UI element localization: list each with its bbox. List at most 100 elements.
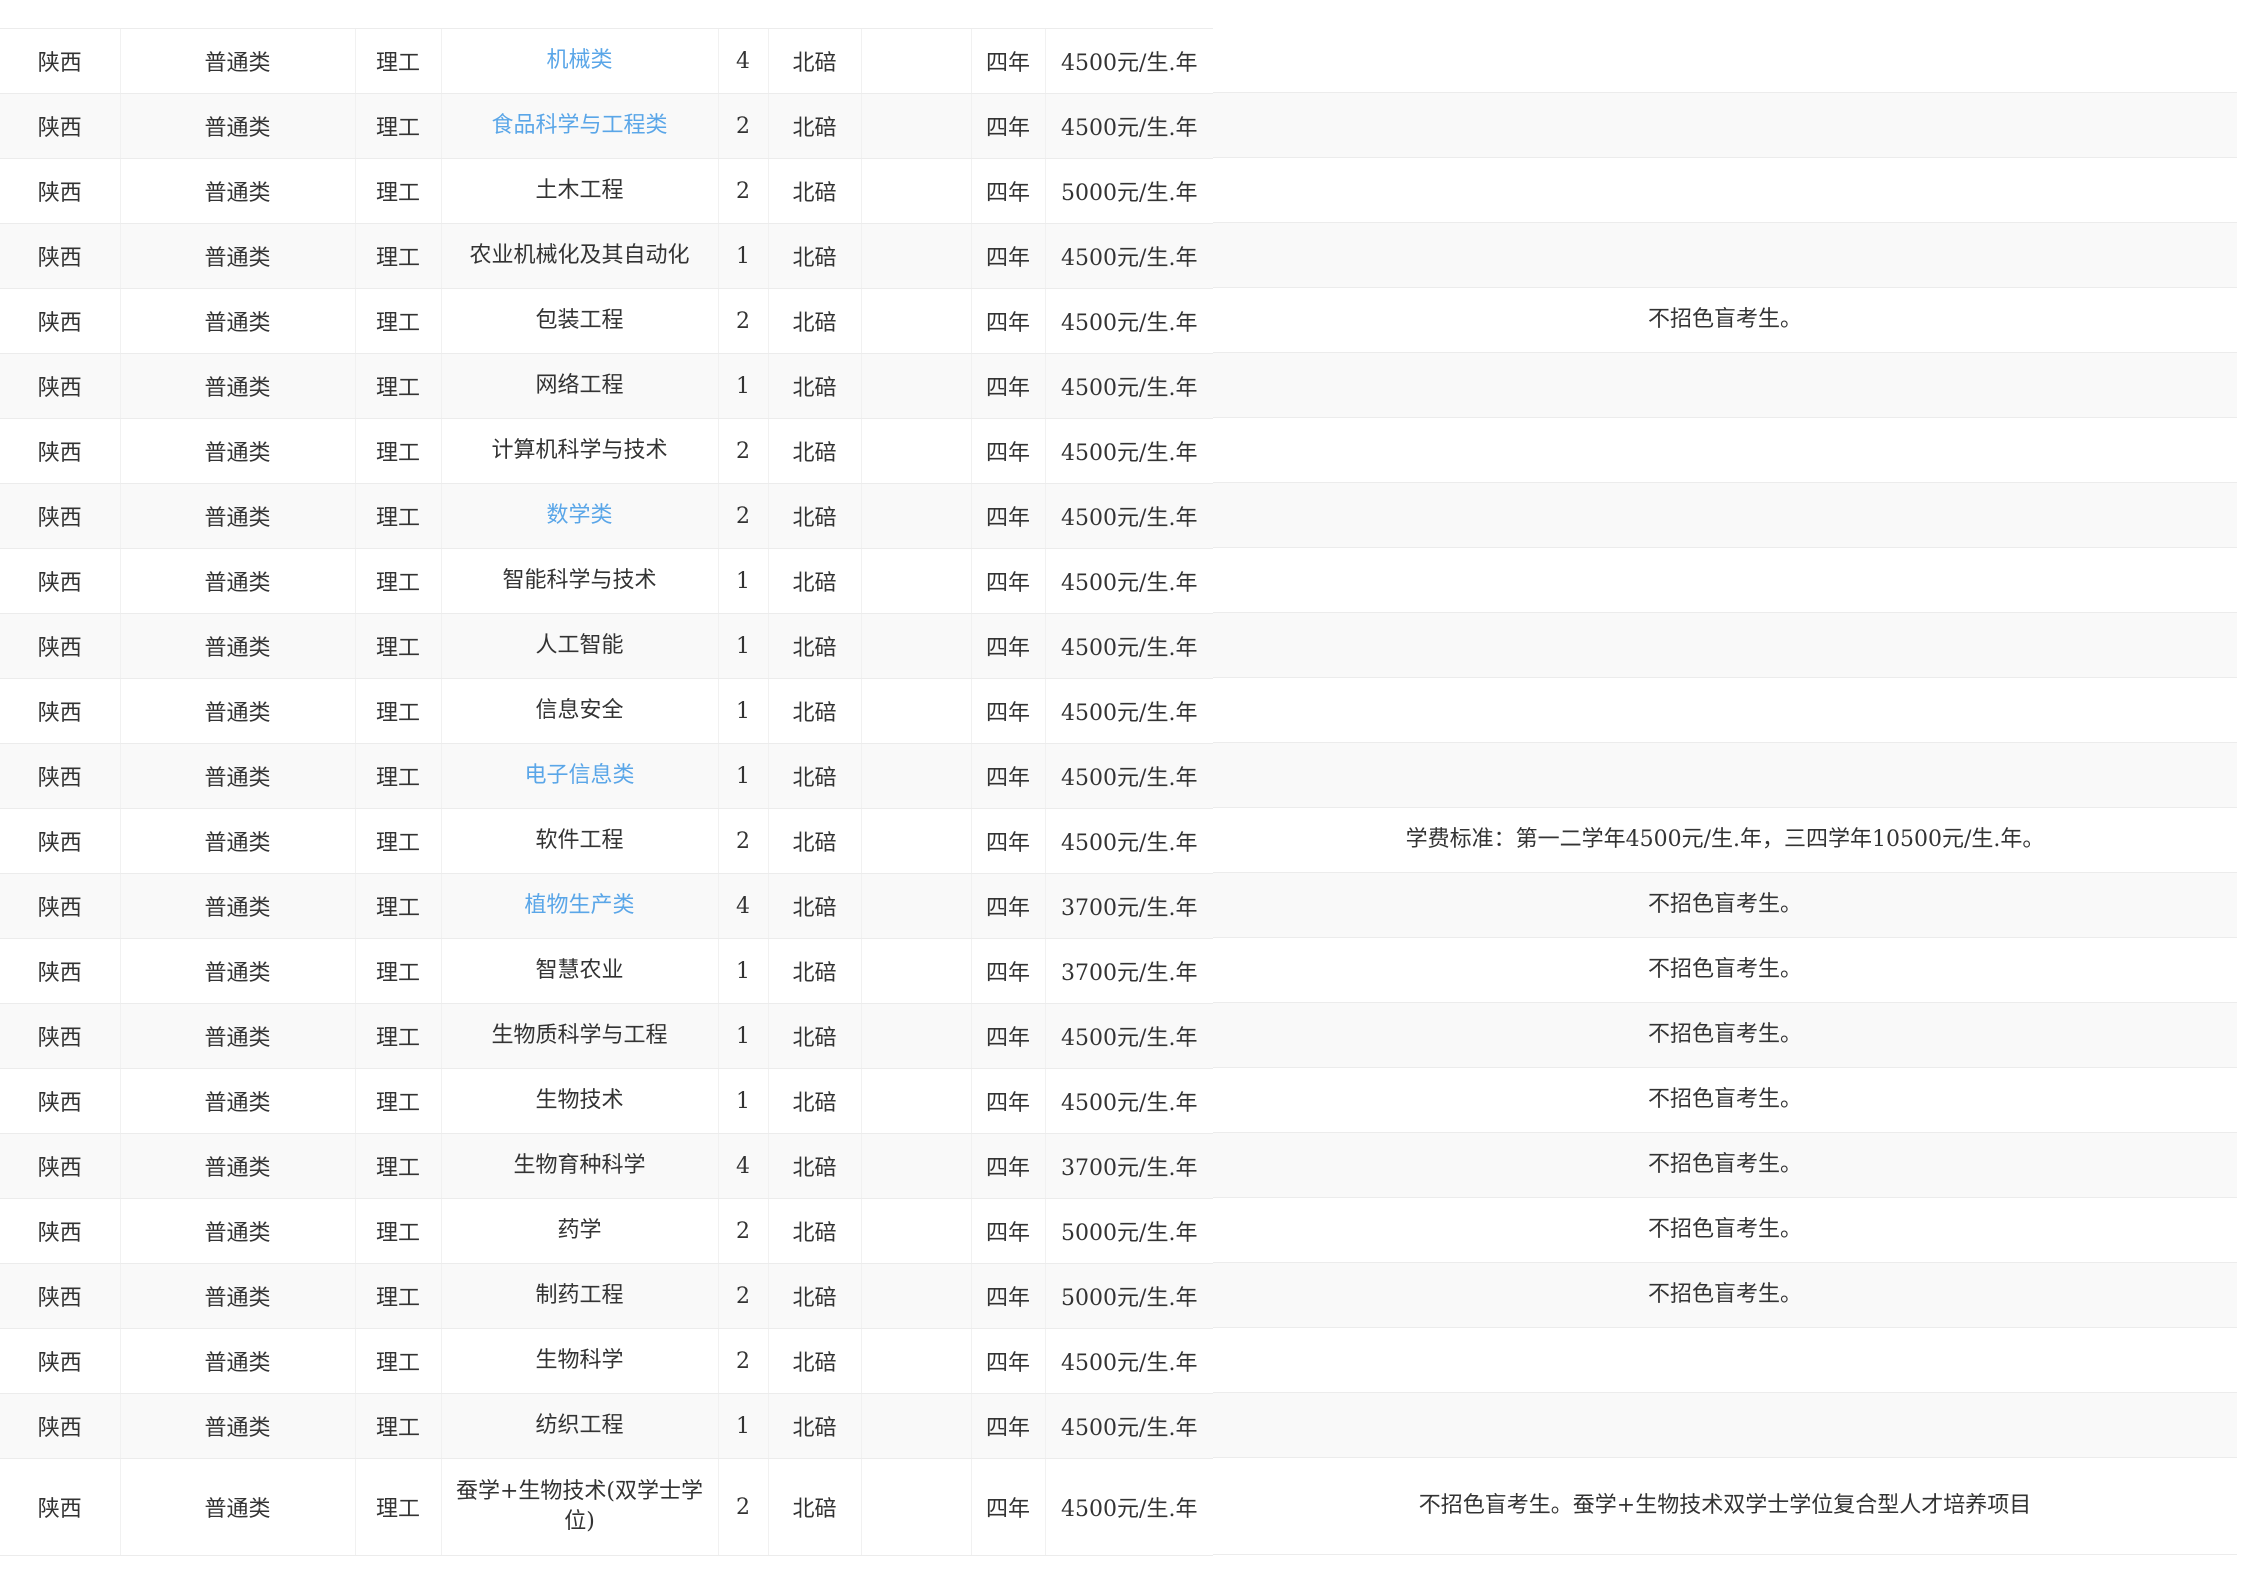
count-cell: 1 (717, 678, 768, 744)
province-cell: 陕西 (0, 93, 120, 159)
note-row-divider (1213, 1554, 2237, 1555)
table-body: 陕西 普通类 理工 机械类 4 北碚 四年 4500元/生.年 陕西 普通类 理工 食品科学与工程类 2… (0, 28, 1213, 1556)
subject-cell: 理工 (354, 1328, 441, 1394)
province-cell: 陕西 (0, 1328, 120, 1394)
fee-cell: 5000元/生.年 (1044, 158, 1213, 224)
category-cell: 普通类 (119, 808, 355, 874)
count-cell: 2 (717, 1198, 768, 1264)
major-label: 智能科学与技术 (502, 568, 657, 593)
count-cell: 4 (717, 1133, 768, 1199)
category-cell: 普通类 (119, 678, 355, 744)
extra-cell (860, 483, 971, 549)
category-cell: 普通类 (119, 93, 355, 159)
duration-cell: 四年 (970, 158, 1045, 224)
count-cell: 4 (717, 28, 768, 94)
major-label: 生物质科学与工程 (491, 1023, 668, 1048)
subject-cell: 理工 (354, 938, 441, 1004)
campus-cell: 北碚 (767, 1263, 861, 1329)
count-cell: 2 (717, 158, 768, 224)
count-cell: 1 (717, 548, 768, 614)
major-label: 软件工程 (535, 828, 624, 853)
province-cell: 陕西 (0, 613, 120, 679)
duration-cell: 四年 (970, 1393, 1045, 1459)
note-text (1213, 110, 2237, 140)
major-cell: 包装工程 (440, 288, 718, 354)
province-cell: 陕西 (0, 418, 120, 484)
major-label: 生物育种科学 (513, 1153, 646, 1178)
campus-cell: 北碚 (767, 28, 861, 94)
duration-cell: 四年 (970, 873, 1045, 939)
table-row: 陕西 普通类 理工 生物质科学与工程 1 北碚 四年 4500元/生.年 (0, 1003, 1213, 1069)
subject-cell: 理工 (354, 1458, 441, 1556)
note-text (1213, 1345, 2237, 1375)
duration-cell: 四年 (970, 1068, 1045, 1134)
count-cell: 1 (717, 1003, 768, 1069)
count-cell: 2 (717, 483, 768, 549)
extra-cell (860, 418, 971, 484)
fee-cell: 4500元/生.年 (1044, 613, 1213, 679)
note-text (1213, 760, 2237, 790)
category-cell: 普通类 (119, 873, 355, 939)
province-cell: 陕西 (0, 678, 120, 744)
category-cell: 普通类 (119, 613, 355, 679)
major-cell: 机械类 (440, 28, 718, 94)
table-row: 陕西 普通类 理工 软件工程 2 北碚 四年 4500元/生.年 (0, 808, 1213, 874)
note-text (1213, 435, 2237, 465)
note-text (1213, 45, 2237, 75)
subject-cell: 理工 (354, 223, 441, 289)
category-cell: 普通类 (119, 28, 355, 94)
category-cell: 普通类 (119, 418, 355, 484)
subject-cell: 理工 (354, 1003, 441, 1069)
major-cell: 电子信息类 (440, 743, 718, 809)
duration-cell: 四年 (970, 678, 1045, 744)
major-link[interactable]: 植物生产类 (524, 893, 634, 918)
note-row-divider (1213, 482, 2237, 483)
extra-cell (860, 1133, 971, 1199)
major-cell: 智能科学与技术 (440, 548, 718, 614)
note-text: 不招色盲考生。 (1647, 1022, 1802, 1047)
table-row: 陕西 普通类 理工 计算机科学与技术 2 北碚 四年 4500元/生.年 (0, 418, 1213, 484)
count-cell: 2 (717, 418, 768, 484)
campus-cell: 北碚 (767, 1393, 861, 1459)
subject-cell: 理工 (354, 1393, 441, 1459)
category-cell: 普通类 (119, 1263, 355, 1329)
duration-cell: 四年 (970, 743, 1045, 809)
note-text (1213, 370, 2237, 400)
major-link[interactable]: 数学类 (546, 503, 612, 528)
table-row: 陕西 普通类 理工 土木工程 2 北碚 四年 5000元/生.年 (0, 158, 1213, 224)
note-row-divider (1213, 872, 2237, 873)
subject-cell: 理工 (354, 1133, 441, 1199)
province-cell: 陕西 (0, 223, 120, 289)
subject-cell: 理工 (354, 613, 441, 679)
category-cell: 普通类 (119, 288, 355, 354)
count-cell: 1 (717, 1068, 768, 1134)
admission-plan-table: 陕西 普通类 理工 机械类 4 北碚 四年 4500元/生.年 陕西 普通类 理工 食品科学与工程类 2… (0, 28, 1213, 1556)
major-link[interactable]: 电子信息类 (524, 763, 634, 788)
province-cell: 陕西 (0, 1068, 120, 1134)
category-cell: 普通类 (119, 548, 355, 614)
fee-cell: 4500元/生.年 (1044, 93, 1213, 159)
major-link[interactable]: 食品科学与工程类 (491, 113, 667, 138)
note-row-divider (1213, 1327, 2237, 1328)
note-row-divider (1213, 222, 2237, 223)
note-row-divider (1213, 1132, 2237, 1133)
fee-cell: 4500元/生.年 (1044, 483, 1213, 549)
table-row: 陕西 普通类 理工 网络工程 1 北碚 四年 4500元/生.年 (0, 353, 1213, 419)
fee-cell: 4500元/生.年 (1044, 1068, 1213, 1134)
extra-cell (860, 223, 971, 289)
major-label: 计算机科学与技术 (491, 438, 668, 463)
major-link[interactable]: 机械类 (546, 48, 612, 73)
province-cell: 陕西 (0, 808, 120, 874)
extra-cell (860, 28, 971, 94)
major-label: 生物科学 (535, 1348, 624, 1373)
extra-cell (860, 1003, 971, 1069)
duration-cell: 四年 (970, 1328, 1045, 1394)
note-row-divider (1213, 807, 2237, 808)
count-cell: 2 (717, 93, 768, 159)
subject-cell: 理工 (354, 1263, 441, 1329)
major-cell: 纺织工程 (440, 1393, 718, 1459)
duration-cell: 四年 (970, 808, 1045, 874)
subject-cell: 理工 (354, 678, 441, 744)
extra-cell (860, 938, 971, 1004)
major-label: 人工智能 (535, 633, 624, 658)
